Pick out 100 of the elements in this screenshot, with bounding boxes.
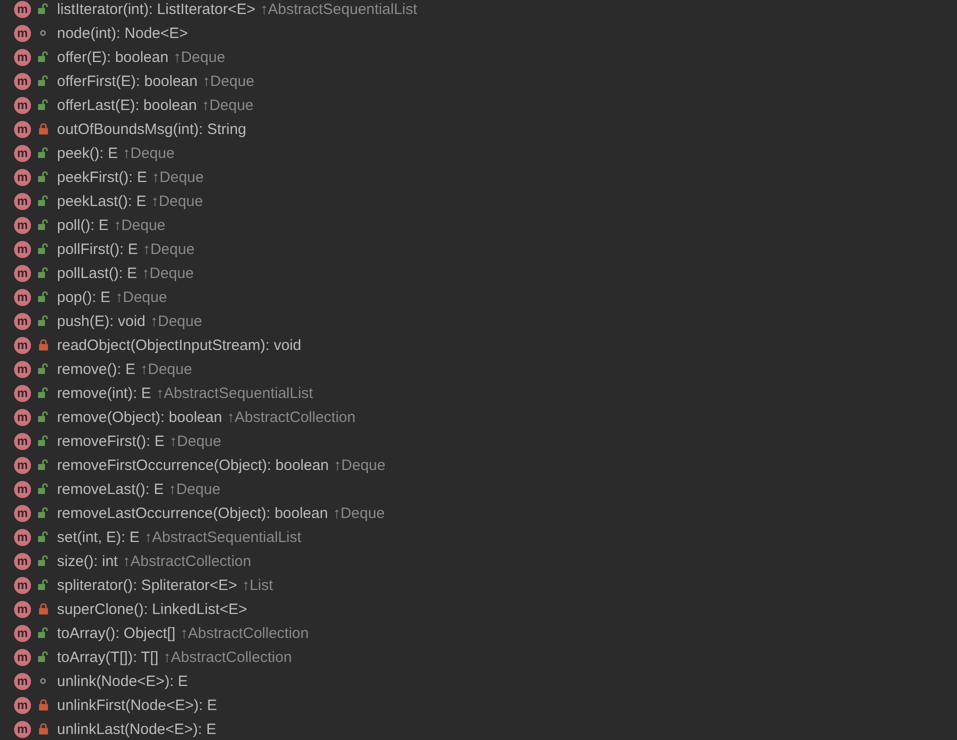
method-badge-icon: m: [14, 600, 31, 618]
lock-icon: [38, 603, 48, 615]
open-lock-icon: [38, 147, 48, 159]
method-signature[interactable]: node(int): Node<E>: [57, 24, 188, 42]
method-signature[interactable]: superClone(): LinkedList<E>: [57, 600, 248, 618]
lock-icon: [38, 339, 48, 351]
method-signature[interactable]: spliterator(): Spliterator<E>: [57, 576, 238, 594]
method-badge-icon: m: [14, 48, 31, 66]
inherited-from: ↑Deque: [150, 312, 202, 330]
method-badge-icon: m: [14, 360, 31, 378]
method-badge-icon: m: [14, 528, 31, 546]
open-lock-icon: [38, 579, 48, 591]
open-lock-icon: [38, 507, 48, 519]
method-signature[interactable]: readObject(ObjectInputStream): void: [57, 336, 302, 354]
method-signature[interactable]: pollFirst(): E: [57, 240, 138, 258]
open-lock-icon: [38, 435, 48, 447]
open-lock-icon: [38, 243, 48, 255]
open-lock-icon: [38, 291, 48, 303]
method-badge-icon: m: [14, 144, 31, 162]
inherited-from: ↑Deque: [152, 168, 204, 186]
inherited-from: ↑Deque: [142, 240, 195, 258]
method-badge-icon: m: [14, 696, 31, 714]
method-signature[interactable]: poll(): E: [57, 216, 109, 234]
lock-icon: [38, 699, 48, 711]
method-signature[interactable]: remove(int): E: [57, 384, 152, 402]
open-lock-icon: [38, 627, 48, 639]
inherited-from: ↑AbstractCollection: [180, 624, 309, 642]
inherited-from: ↑AbstractCollection: [163, 648, 292, 666]
dot-icon: [40, 30, 46, 36]
lock-icon: [38, 723, 48, 735]
inherited-from: ↑Deque: [114, 216, 166, 234]
inherited-from: ↑Deque: [173, 48, 226, 66]
open-lock-icon: [38, 219, 48, 231]
inherited-from: ↑Deque: [202, 96, 254, 114]
method-signature[interactable]: peek(): E: [57, 144, 118, 162]
method-signature[interactable]: toArray(): Object[]: [57, 624, 176, 642]
method-badge-icon: m: [14, 0, 31, 18]
open-lock-icon: [38, 411, 48, 423]
open-lock-icon: [38, 195, 48, 207]
method-badge-icon: m: [14, 480, 31, 498]
method-badge-icon: m: [14, 408, 31, 426]
method-badge-icon: m: [14, 264, 31, 282]
inherited-from: ↑Deque: [202, 72, 254, 90]
inherited-from: ↑Deque: [332, 504, 385, 522]
method-signature[interactable]: offerLast(E): boolean: [57, 96, 197, 114]
inherited-from: ↑Deque: [115, 288, 168, 306]
method-signature[interactable]: remove(): E: [57, 360, 136, 378]
inherited-from: ↑Deque: [142, 264, 194, 282]
method-signature[interactable]: removeFirstOccurrence(Object): boolean: [57, 456, 329, 474]
method-badge-icon: m: [14, 120, 31, 138]
method-badge-icon: m: [14, 552, 31, 570]
method-signature[interactable]: unlinkLast(Node<E>): E: [57, 720, 216, 738]
method-badge-icon: m: [14, 24, 31, 42]
method-badge-icon: m: [14, 384, 31, 402]
method-badge-icon: m: [14, 168, 31, 186]
method-badge-icon: m: [14, 336, 31, 354]
method-badge-icon: m: [14, 96, 31, 114]
method-signature[interactable]: unlinkFirst(Node<E>): E: [57, 696, 218, 714]
open-lock-icon: [38, 363, 48, 375]
method-signature[interactable]: offer(E): boolean: [57, 48, 168, 66]
method-signature[interactable]: size(): int: [57, 552, 118, 570]
method-signature[interactable]: peekFirst(): E: [57, 168, 148, 186]
open-lock-icon: [38, 3, 48, 15]
method-badge-icon: m: [14, 456, 31, 474]
inherited-from: ↑Deque: [334, 456, 386, 474]
open-lock-icon: [38, 555, 48, 567]
inherited-from: ↑Deque: [140, 360, 192, 378]
method-badge-icon: m: [14, 672, 31, 690]
method-signature[interactable]: unlink(Node<E>): E: [57, 672, 188, 690]
method-signature[interactable]: removeLastOccurrence(Object): boolean: [57, 504, 328, 522]
method-signature[interactable]: push(E): void: [57, 312, 146, 330]
open-lock-icon: [38, 267, 48, 279]
method-badge-icon: m: [14, 72, 31, 90]
inherited-from: ↑List: [242, 576, 273, 594]
inherited-from: ↑Deque: [122, 144, 175, 162]
inherited-from: ↑AbstractSequentialList: [144, 528, 302, 546]
method-signature[interactable]: pollLast(): E: [57, 264, 138, 282]
open-lock-icon: [38, 315, 48, 327]
open-lock-icon: [38, 651, 48, 663]
method-badge-icon: m: [14, 504, 31, 522]
open-lock-icon: [38, 459, 48, 471]
inherited-from: ↑Deque: [170, 432, 222, 450]
method-signature[interactable]: listIterator(int): ListIterator<E>: [57, 0, 256, 18]
method-signature[interactable]: peekLast(): E: [57, 192, 146, 210]
method-signature[interactable]: pop(): E: [57, 288, 110, 306]
method-badge-icon: m: [14, 648, 31, 666]
method-badge-icon: m: [14, 240, 31, 258]
method-signature[interactable]: outOfBoundsMsg(int): String: [57, 120, 246, 138]
method-badge-icon: m: [14, 432, 31, 450]
method-signature[interactable]: toArray(T[]): T[]: [57, 648, 158, 666]
open-lock-icon: [38, 75, 48, 87]
inherited-from: ↑AbstractSequentialList: [156, 384, 313, 402]
method-signature[interactable]: removeLast(): E: [57, 480, 164, 498]
method-badge-icon: m: [14, 216, 31, 234]
method-signature[interactable]: remove(Object): boolean: [57, 408, 222, 426]
method-badge-icon: m: [14, 576, 31, 594]
method-signature[interactable]: offerFirst(E): boolean: [57, 72, 198, 90]
method-signature[interactable]: set(int, E): E: [57, 528, 140, 546]
open-lock-icon: [38, 171, 48, 183]
method-signature[interactable]: removeFirst(): E: [57, 432, 165, 450]
